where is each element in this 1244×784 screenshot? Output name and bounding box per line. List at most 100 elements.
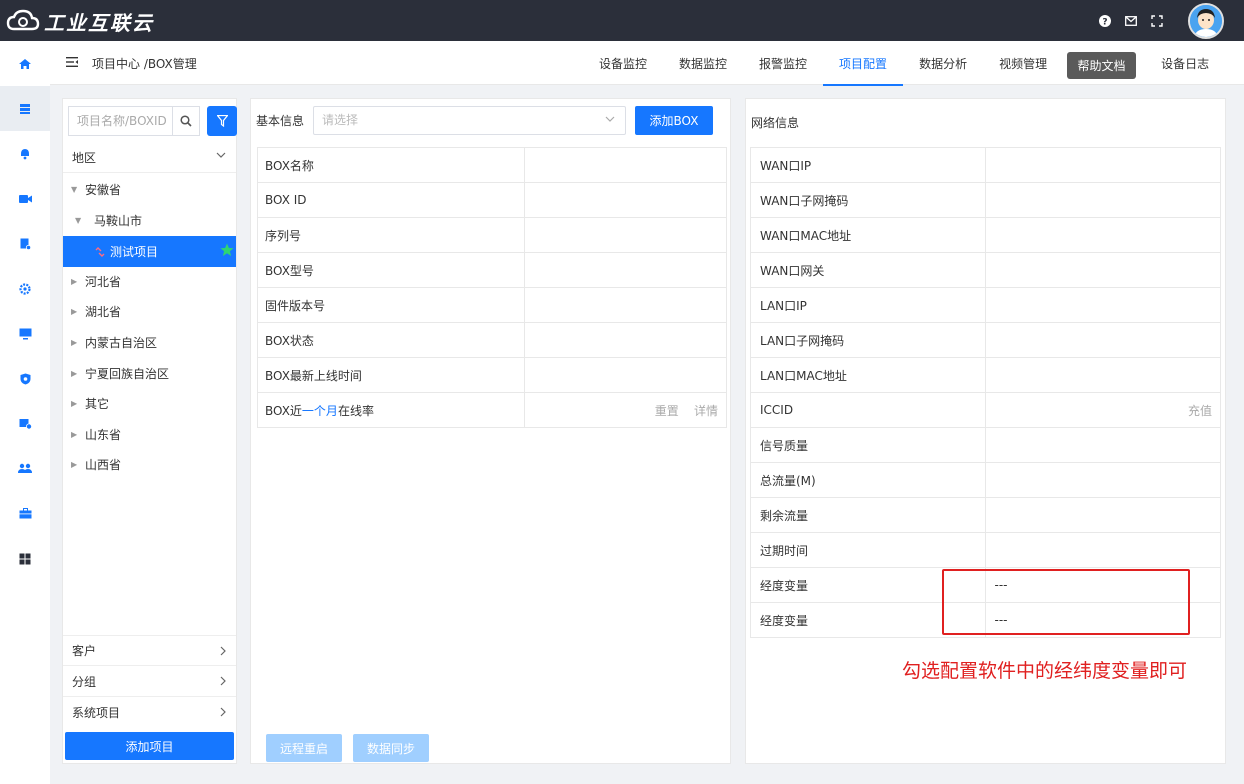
tree-node-shandong[interactable]: ▶ 山东省 (71, 419, 121, 450)
tree-node-hebei[interactable]: ▶ 河北省 (71, 266, 121, 297)
group-header[interactable]: 分组 (63, 666, 236, 697)
table-row: LAN口IP (750, 287, 1222, 323)
chevron-right-icon (220, 707, 226, 717)
project-tree-panel: 项目名称/BOXID 地区 ▼ 安徽省 ▼ 马鞍山市 测试项目 ▶ 河北省 ▶ … (62, 98, 237, 764)
row-value (984, 217, 1222, 253)
tab-device-monitor[interactable]: 设备监控 (583, 41, 663, 85)
row-value: 重置 详情 (524, 392, 727, 428)
video-icon[interactable] (0, 176, 50, 221)
table-row: WAN口IP (750, 147, 1222, 183)
tab-device-log[interactable]: 设备日志 (1145, 41, 1225, 85)
monitor-icon[interactable] (0, 311, 50, 356)
help-icon[interactable]: ? (1092, 0, 1118, 41)
tree-node-anhui[interactable]: ▼ 安徽省 (71, 174, 121, 205)
network-info-label: 网络信息 (751, 116, 800, 130)
reset-link[interactable]: 重置 (655, 404, 679, 418)
project-search-input[interactable]: 项目名称/BOXID (68, 106, 172, 136)
table-row: 剩余流量 (750, 497, 1222, 533)
data-sync-button[interactable]: 数据同步 (353, 734, 429, 762)
add-box-button[interactable]: 添加BOX (635, 106, 713, 135)
document-icon[interactable] (0, 221, 50, 266)
tree-node-neimenggu[interactable]: ▶ 内蒙古自治区 (71, 327, 157, 358)
tab-project-config[interactable]: 项目配置 (823, 41, 904, 86)
menu-fold-icon[interactable] (66, 56, 78, 70)
device-settings-icon[interactable] (0, 401, 50, 446)
filter-icon[interactable] (207, 106, 237, 136)
home-icon[interactable] (0, 41, 50, 86)
row-key: BOX名称 (256, 147, 526, 183)
add-project-button[interactable]: 添加项目 (65, 732, 234, 760)
tree-node-maanshan[interactable]: ▼ 马鞍山市 (75, 205, 142, 236)
row-value (984, 147, 1222, 183)
region-header[interactable]: 地区 (63, 142, 236, 173)
system-header-label: 系统项目 (72, 706, 121, 720)
users-icon[interactable] (0, 446, 50, 491)
table-row: BOX最新上线时间 (256, 357, 727, 393)
tree-node-shanxi[interactable]: ▶ 山西省 (71, 449, 121, 480)
search-icon[interactable] (172, 106, 200, 136)
box-manage-icon[interactable] (0, 86, 50, 131)
breadcrumb: 项目中心 /BOX管理 (66, 41, 197, 85)
caret-down-icon: ▼ (75, 216, 82, 225)
row-value (984, 287, 1222, 323)
tree-node-label: 山西省 (85, 458, 122, 472)
recharge-link[interactable]: 充值 (984, 392, 1222, 428)
customer-header[interactable]: 客户 (63, 635, 236, 666)
tree-node-selected[interactable]: 测试项目 (63, 236, 236, 267)
row-key: 过期时间 (750, 532, 986, 568)
row-key: BOX ID (256, 182, 526, 218)
briefcase-icon[interactable] (0, 491, 50, 536)
remote-reboot-button[interactable]: 远程重启 (266, 734, 342, 762)
tab-alarm-monitor[interactable]: 报警监控 (743, 41, 823, 85)
settings-icon[interactable] (0, 266, 50, 311)
basic-info-panel: 基本信息 请选择 添加BOX BOX名称 BOX ID 序列号 BOX型号 固件… (250, 98, 731, 764)
tree-node-hubei[interactable]: ▶ 湖北省 (71, 296, 121, 327)
tree-node-other[interactable]: ▶ 其它 (71, 388, 109, 419)
help-doc-tooltip: 帮助文档 (1067, 52, 1136, 79)
row-key: 剩余流量 (750, 497, 986, 533)
top-bar: 工业互联云 ? (0, 0, 1244, 41)
bell-icon[interactable] (0, 131, 50, 176)
row-value (524, 287, 727, 323)
table-row: 总流量(M) (750, 462, 1222, 498)
row-key: BOX最新上线时间 (256, 357, 526, 393)
table-row: 序列号 (256, 217, 727, 253)
fullscreen-icon[interactable] (1144, 0, 1170, 41)
tree-node-label: 马鞍山市 (94, 214, 143, 228)
detail-link[interactable]: 详情 (694, 404, 718, 418)
online-rate-prefix: BOX近 (265, 403, 302, 418)
basic-info-label: 基本信息 (256, 114, 305, 128)
tree-node-ningxia[interactable]: ▶ 宁夏回族自治区 (71, 358, 169, 389)
box-select[interactable]: 请选择 (313, 106, 626, 135)
grid-icon[interactable] (0, 536, 50, 581)
row-key: WAN口MAC地址 (750, 217, 986, 253)
system-project-header[interactable]: 系统项目 (63, 697, 236, 728)
table-row: WAN口网关 (750, 252, 1222, 288)
user-avatar[interactable] (1188, 2, 1224, 39)
shield-icon[interactable] (0, 356, 50, 401)
row-key: 固件版本号 (256, 287, 526, 323)
app-title: 工业互联云 (44, 10, 154, 35)
caret-right-icon: ▶ (71, 430, 78, 439)
box-select-placeholder: 请选择 (322, 113, 359, 127)
caret-right-icon: ▶ (71, 369, 78, 378)
table-row: WAN口子网掩码 (750, 182, 1222, 218)
mail-icon[interactable] (1118, 0, 1144, 41)
row-value (984, 182, 1222, 218)
online-rate-suffix: 在线率 (337, 403, 374, 418)
row-key: WAN口网关 (750, 252, 986, 288)
app-logo[interactable]: 工业互联云 (6, 6, 154, 36)
row-value (524, 217, 727, 253)
tab-data-analysis[interactable]: 数据分析 (903, 41, 983, 85)
basic-info-table: BOX名称 BOX ID 序列号 BOX型号 固件版本号 BOX状态 BOX最新… (256, 147, 727, 428)
period-link[interactable]: 一个月 (302, 404, 338, 418)
tab-video-manage[interactable]: 视频管理 (983, 41, 1063, 85)
tab-data-monitor[interactable]: 数据监控 (663, 41, 743, 85)
star-icon[interactable] (220, 243, 234, 257)
row-key: ICCID (750, 392, 986, 428)
breadcrumb-text[interactable]: 项目中心 /BOX管理 (92, 55, 197, 72)
table-row: BOX状态 (256, 322, 727, 358)
row-value (524, 147, 727, 183)
table-row: 过期时间 (750, 532, 1222, 568)
chevron-down-icon (216, 152, 226, 158)
